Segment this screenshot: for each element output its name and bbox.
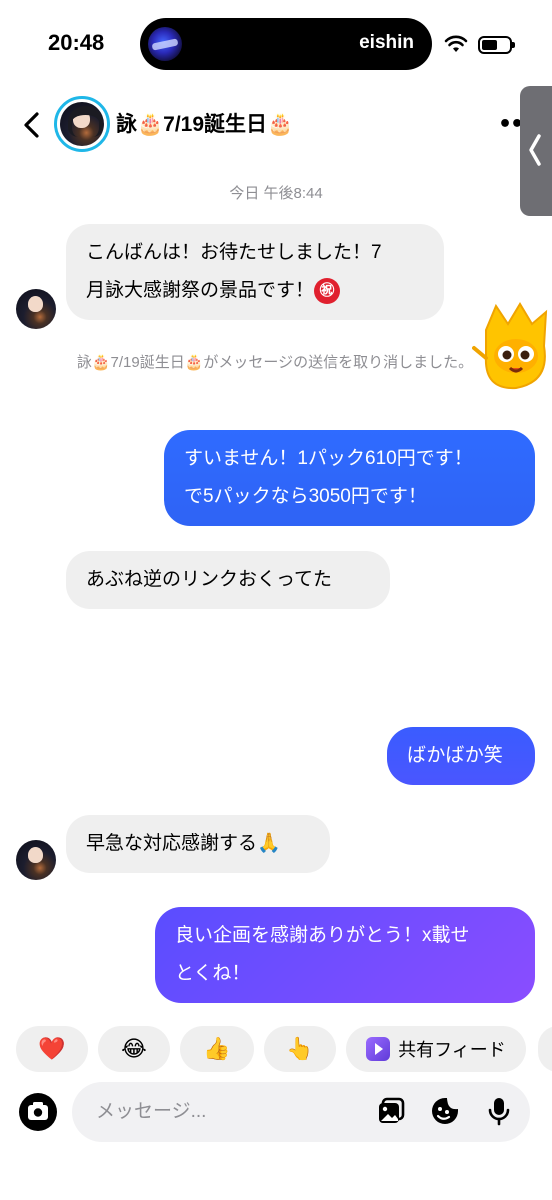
reaction-more-chip[interactable] [538,1026,552,1072]
heart-icon: ❤️ [38,1036,66,1062]
contact-avatar-image [60,102,104,146]
shared-feed-icon [366,1037,391,1061]
gallery-icon[interactable] [376,1096,406,1126]
message-bubble-outgoing[interactable]: すいません！1パック610円です！ で5パックなら3050円です！ [164,430,535,526]
unsent-notice: 詠🎂7/19誕生日🎂がメッセージの送信を取り消しました。 [76,354,474,371]
message-text: で5パックなら3050円です！ [184,486,427,507]
message-text: とくね！ [175,963,251,984]
pointing-up-icon: 👆 [286,1036,314,1062]
live-activity-name: eishin [359,32,414,53]
chevron-left-icon [529,134,541,166]
live-activity-icon [148,27,182,61]
message-text: あぶね逆のリンクおくってた [86,569,333,590]
sender-avatar[interactable] [16,840,56,880]
contact-avatar[interactable] [54,96,110,152]
contact-name[interactable]: 詠🎂7/19誕生日🎂 [116,108,293,138]
message-text: こんばんは！お待たせしました！7 [86,242,382,263]
back-button[interactable] [18,110,46,140]
message-bubble-outgoing[interactable]: 良い企画を感謝ありがとう！x載せ とくね！ [155,907,535,1003]
message-bubble-incoming[interactable]: 早急な対応感謝する🙏 [66,815,330,873]
message-text: 良い企画を感謝ありがとう！x載せ [175,925,470,946]
status-bar: 20:48 eishin [0,0,552,90]
status-time: 20:48 [48,30,105,55]
shared-feed-label: 共有フィード [398,1040,506,1060]
message-input[interactable] [72,1082,530,1142]
message-bubble-incoming[interactable]: こんばんは！お待たせしました！7 月詠大感謝祭の景品です！㊗ [66,224,444,320]
mascot-sticker-icon [472,302,548,390]
laughing-face-icon: 😂 [121,1036,147,1062]
chat-timestamp: 今日 午後8:44 [229,185,323,202]
reaction-laugh-button[interactable]: 😂 [98,1026,170,1072]
shared-feed-button[interactable]: 共有フィード [346,1026,526,1072]
chat-header: 詠🎂7/19誕生日🎂 •• [0,90,552,160]
message-text: すいません！1パック610円です！ [184,448,473,469]
sender-avatar[interactable] [16,289,56,329]
more-options-button[interactable]: •• [498,112,524,137]
quick-reactions-bar: ❤️ 😂 👍 👆 共有フィード [0,1026,552,1072]
reaction-heart-button[interactable]: ❤️ [16,1026,88,1072]
reaction-thumbs-up-button[interactable]: 👍 [180,1026,254,1072]
wifi-icon [444,35,468,52]
dynamic-island[interactable]: eishin [140,18,432,70]
battery-icon [478,36,515,54]
message-bubble-outgoing[interactable]: ばかばか笑 [387,727,535,785]
message-text: 早急な対応感謝する🙏 [86,833,281,854]
message-text: ばかばか笑 [407,745,503,766]
sticker-icon[interactable] [430,1096,460,1126]
thumbs-up-icon: 👍 [203,1036,231,1062]
congratulations-emoji-icon: ㊗ [314,277,341,304]
message-composer [0,1080,552,1146]
camera-icon[interactable] [18,1092,58,1132]
message-bubble-incoming[interactable]: あぶね逆のリンクおくってた [66,551,390,609]
message-text-line: 月詠大感謝祭の景品です！㊗ [86,272,424,310]
reaction-pointing-up-button[interactable]: 👆 [264,1026,336,1072]
microphone-icon[interactable] [484,1096,514,1126]
message-text: 月詠大感謝祭の景品です！ [86,280,315,301]
